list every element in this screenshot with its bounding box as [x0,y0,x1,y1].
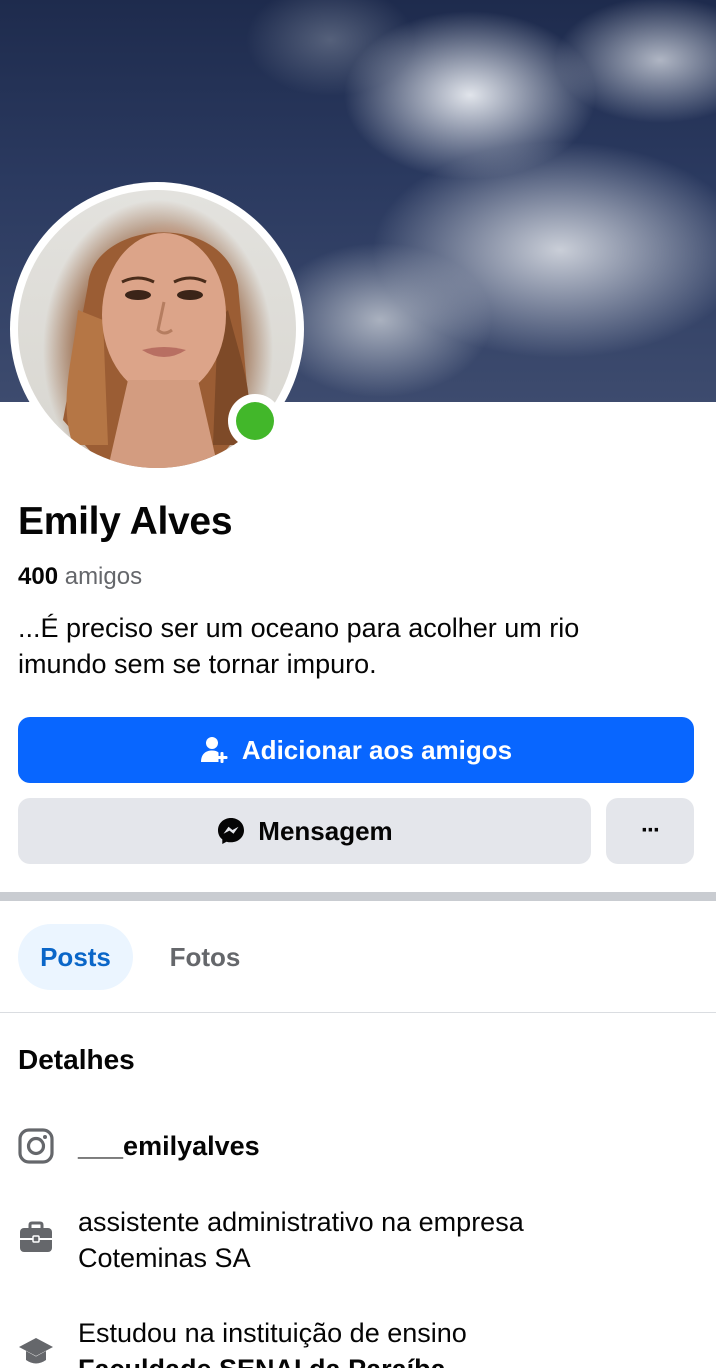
section-divider [0,892,716,901]
education-prefix: Estudou na instituição de ensino [78,1318,467,1348]
friends-count-number: 400 [18,563,59,590]
bio-line-2: imundo sem se tornar impuro. [18,649,377,679]
instagram-icon [18,1128,54,1164]
education-school[interactable]: Faculdade SENAI da Paraíba [78,1351,698,1368]
work-line-1: assistente administrativo na empresa [78,1207,524,1237]
message-label: Mensagem [258,815,393,846]
work-line-2: Coteminas SA [78,1243,251,1273]
profile-name: Emily Alves [18,500,233,543]
education-info: Estudou na instituição de ensino Faculda… [78,1315,698,1368]
messenger-icon [216,816,246,846]
tabs-divider [0,1012,716,1013]
more-options-button[interactable]: ··· [606,798,694,864]
profile-page: Emily Alves 400 amigos ...É preciso ser … [0,0,716,1368]
graduation-cap-icon [18,1334,54,1368]
add-friend-button[interactable]: Adicionar aos amigos [18,717,694,783]
instagram-handle: ___emilyalves [78,1131,260,1161]
more-dots-icon: ··· [641,817,661,844]
bio-line-1: ...É preciso ser um oceano para acolher … [18,613,580,643]
instagram-link[interactable]: ___emilyalves [78,1128,698,1164]
details-heading: Detalhes [18,1044,135,1075]
tab-fotos[interactable]: Fotos [146,924,264,990]
friends-count[interactable]: 400 amigos [18,563,142,591]
tab-posts-label: Posts [40,941,111,972]
profile-bio: ...É preciso ser um oceano para acolher … [18,610,698,682]
tab-fotos-label: Fotos [169,941,241,972]
message-button[interactable]: Mensagem [18,798,591,864]
online-status-indicator [228,394,282,448]
add-friend-label: Adicionar aos amigos [241,734,513,765]
user-plus-icon [200,735,230,765]
briefcase-icon [18,1220,54,1256]
friends-count-label: amigos [64,563,143,590]
education-school-name: Faculdade SENAI da Paraíba [78,1354,446,1368]
work-info: assistente administrativo na empresa Cot… [78,1204,698,1276]
tab-posts[interactable]: Posts [18,924,133,990]
